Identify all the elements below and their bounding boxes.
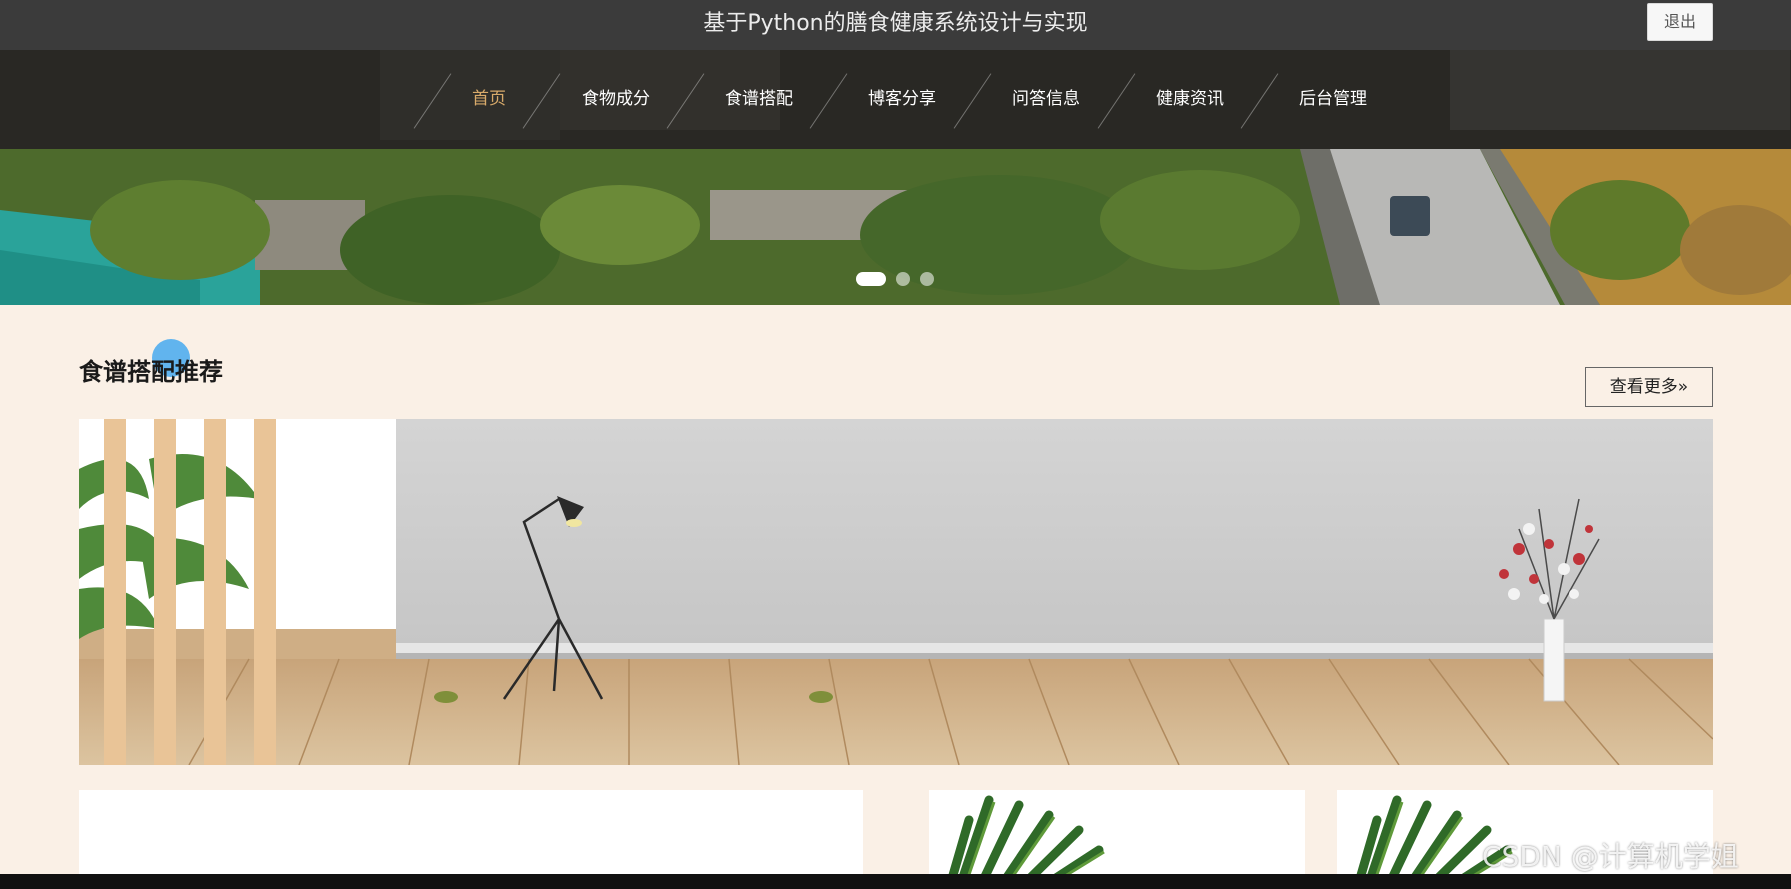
nav-item-qa[interactable]: 问答信息 xyxy=(1003,82,1089,116)
room-illustration xyxy=(79,419,1713,765)
hero-carousel: 首页 食物成分 食谱搭配 博客分享 问答信息 健康资讯 后台管理 xyxy=(0,50,1791,305)
logout-button[interactable]: 退出 xyxy=(1647,3,1713,41)
nav-divider xyxy=(413,73,452,129)
nav-item-blog[interactable]: 博客分享 xyxy=(859,82,945,116)
top-bar: 基于Python的膳食健康系统设计与实现 退出 xyxy=(0,0,1791,50)
main-nav: 首页 食物成分 食谱搭配 博客分享 问答信息 健康资讯 后台管理 xyxy=(0,50,1791,149)
section-title: 食谱搭配推荐 xyxy=(79,358,223,386)
carousel-dot-3[interactable] xyxy=(920,272,934,286)
nav-divider xyxy=(666,73,705,129)
bottom-strip xyxy=(0,874,1791,889)
watermark: CSDN @计算机学姐 xyxy=(1482,840,1739,873)
carousel-dot-1[interactable] xyxy=(856,272,886,286)
nav-divider xyxy=(1097,73,1136,129)
nav-item-health-news[interactable]: 健康资讯 xyxy=(1147,82,1233,116)
nav-item-home[interactable]: 首页 xyxy=(449,82,529,116)
carousel-dot-2[interactable] xyxy=(896,272,910,286)
nav-item-food-nutrition[interactable]: 食物成分 xyxy=(573,82,659,116)
nav-divider xyxy=(809,73,848,129)
recommend-banner-image[interactable] xyxy=(79,419,1713,765)
view-more-button[interactable]: 查看更多» xyxy=(1585,367,1713,407)
site-title: 基于Python的膳食健康系统设计与实现 xyxy=(703,11,1088,36)
nav-item-admin[interactable]: 后台管理 xyxy=(1290,82,1376,116)
nav-divider xyxy=(1240,73,1279,129)
nav-divider xyxy=(953,73,992,129)
nav-item-recipe[interactable]: 食谱搭配 xyxy=(716,82,802,116)
